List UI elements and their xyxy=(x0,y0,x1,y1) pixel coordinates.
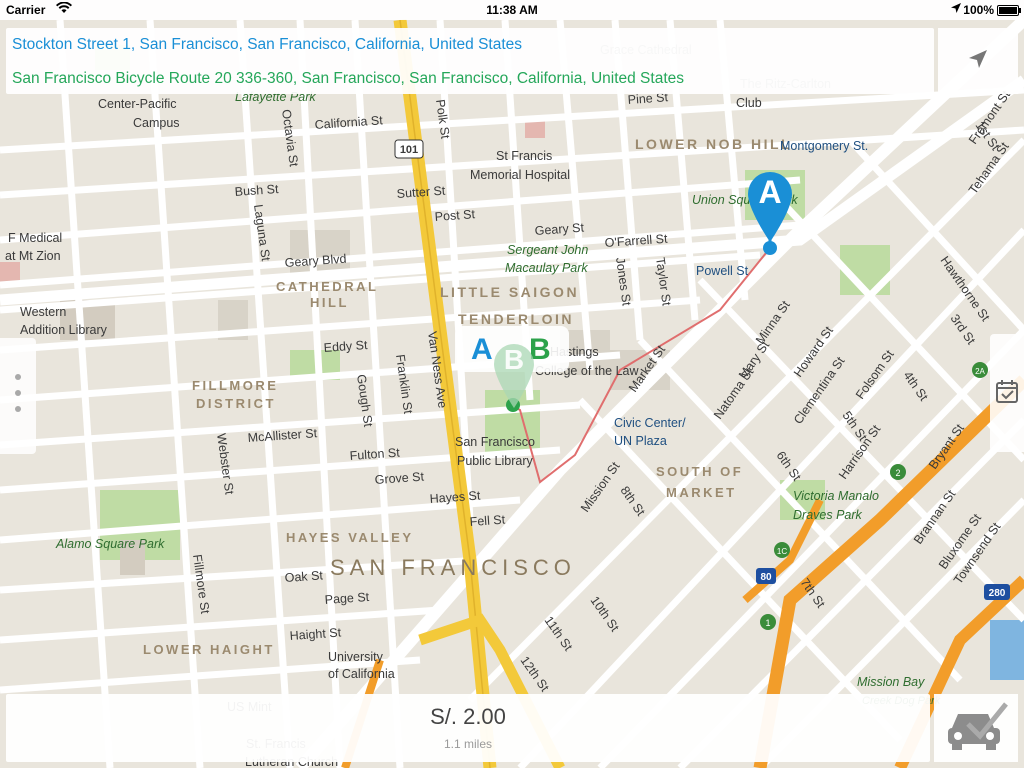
schedule-button[interactable] xyxy=(990,334,1024,452)
handle-dot xyxy=(15,406,21,412)
svg-text:280: 280 xyxy=(989,588,1006,599)
svg-text:Mission Bay: Mission Bay xyxy=(857,675,925,689)
battery-icon xyxy=(997,5,1021,16)
svg-text:Alamo Square Park: Alamo Square Park xyxy=(55,537,165,551)
svg-text:of California: of California xyxy=(328,667,395,681)
svg-text:F Medical: F Medical xyxy=(8,231,62,245)
svg-text:Club: Club xyxy=(736,96,762,110)
svg-text:Sergeant John: Sergeant John xyxy=(507,243,588,257)
destination-address[interactable]: San Francisco Bicycle Route 20 336-360, … xyxy=(12,70,684,88)
svg-text:80: 80 xyxy=(760,572,772,583)
svg-text:Oak St: Oak St xyxy=(284,568,324,585)
side-menu-handle[interactable] xyxy=(0,338,36,454)
svg-text:Fell St: Fell St xyxy=(469,513,506,529)
svg-text:2: 2 xyxy=(895,468,900,478)
svg-text:Draves Park: Draves Park xyxy=(793,508,863,522)
svg-text:Public Library: Public Library xyxy=(457,454,533,468)
request-car-button[interactable] xyxy=(934,694,1018,762)
calendar-check-icon xyxy=(995,378,1019,409)
svg-text:Campus: Campus xyxy=(133,116,180,130)
fare-price: S/. 2.00 xyxy=(430,704,506,729)
handle-dot xyxy=(15,374,21,380)
route-address-panel: Stockton Street 1, San Francisco, San Fr… xyxy=(6,28,934,94)
svg-text:LOWER HAIGHT: LOWER HAIGHT xyxy=(143,642,275,657)
svg-text:Addition Library: Addition Library xyxy=(20,323,108,337)
svg-text:UN Plaza: UN Plaza xyxy=(614,434,667,448)
destination-pin[interactable]: B xyxy=(490,340,538,415)
svg-text:2A: 2A xyxy=(975,367,985,376)
svg-text:SAN FRANCISCO: SAN FRANCISCO xyxy=(330,555,576,580)
car-check-icon xyxy=(944,698,1008,759)
svg-text:at Mt Zion: at Mt Zion xyxy=(5,249,61,263)
svg-text:Macaulay Park: Macaulay Park xyxy=(505,261,588,275)
svg-text:Memorial Hospital: Memorial Hospital xyxy=(470,168,570,182)
svg-text:HILL: HILL xyxy=(310,295,349,310)
svg-text:Montgomery St.: Montgomery St. xyxy=(780,139,868,153)
pin-b-label: B xyxy=(503,344,525,375)
svg-text:1C: 1C xyxy=(777,547,787,556)
fare-panel: S/. 2.00 1.1 miles xyxy=(6,694,930,762)
svg-text:Western: Western xyxy=(20,305,66,319)
svg-text:University: University xyxy=(328,650,384,664)
svg-text:San Francisco: San Francisco xyxy=(455,435,535,449)
svg-text:Powell St: Powell St xyxy=(696,264,749,278)
handle-dot xyxy=(15,390,21,396)
svg-text:Victoria Manalo: Victoria Manalo xyxy=(793,489,879,503)
pin-a-label: A xyxy=(758,174,782,210)
shield-101: 101 xyxy=(400,144,418,156)
svg-text:DISTRICT: DISTRICT xyxy=(196,396,276,411)
svg-text:MARKET: MARKET xyxy=(666,485,737,500)
location-arrow-icon xyxy=(950,2,962,17)
svg-text:SOUTH OF: SOUTH OF xyxy=(656,464,743,479)
svg-text:CATHEDRAL: CATHEDRAL xyxy=(276,279,378,294)
svg-text:Civic Center/: Civic Center/ xyxy=(614,416,686,430)
origin-pin[interactable]: A xyxy=(746,170,794,261)
trip-distance: 1.1 miles xyxy=(443,737,493,751)
svg-text:LITTLE SAIGON: LITTLE SAIGON xyxy=(440,284,579,300)
locate-me-button[interactable] xyxy=(938,28,1018,94)
svg-text:LOWER NOB HILL: LOWER NOB HILL xyxy=(635,136,792,152)
svg-text:Center-Pacific: Center-Pacific xyxy=(98,97,177,111)
battery-percent: 100% xyxy=(963,3,994,17)
status-time: 11:38 AM xyxy=(486,3,538,17)
svg-text:TENDERLOIN: TENDERLOIN xyxy=(458,311,574,327)
svg-text:Post St: Post St xyxy=(434,207,476,224)
svg-text:St Francis: St Francis xyxy=(496,149,552,163)
navigation-arrow-icon xyxy=(967,48,989,75)
svg-text:HAYES VALLEY: HAYES VALLEY xyxy=(286,530,414,545)
svg-text:FILLMORE: FILLMORE xyxy=(192,378,278,393)
status-bar: Carrier 11:38 AM 100% xyxy=(0,0,1024,20)
svg-text:1: 1 xyxy=(765,618,770,628)
origin-address[interactable]: Stockton Street 1, San Francisco, San Fr… xyxy=(12,36,522,54)
